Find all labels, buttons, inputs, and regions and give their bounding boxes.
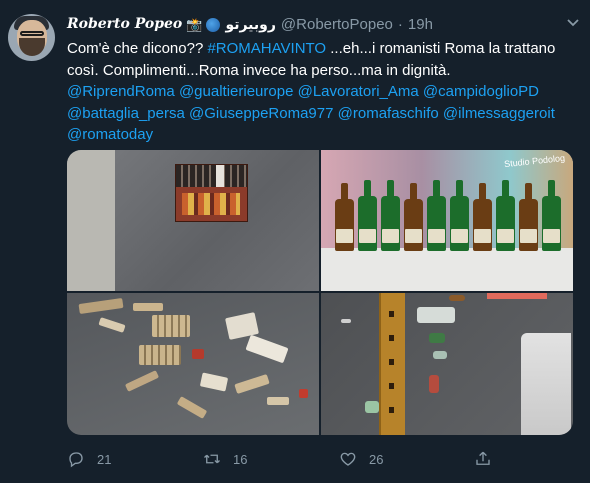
tweet-text-line-2: così. Complimenti...Roma invece ha perso… — [67, 61, 451, 79]
bottle — [496, 180, 515, 251]
tweet-timestamp[interactable]: 19h — [408, 16, 433, 33]
bottle — [404, 183, 423, 251]
mention-link[interactable]: @GiuseppeRoma977 — [189, 105, 333, 122]
avatar-beard — [19, 38, 45, 56]
bottle — [519, 183, 538, 251]
bottle — [427, 180, 446, 251]
bottle — [450, 180, 469, 251]
retweet-button[interactable]: 16 — [203, 449, 247, 469]
debris-piece — [152, 315, 190, 337]
mention-link[interactable]: @Lavoratori_Ama — [298, 83, 419, 100]
bottle — [381, 180, 400, 251]
firework-box — [175, 164, 248, 222]
retweet-count: 16 — [233, 451, 248, 467]
trash-item — [449, 295, 465, 301]
photo-fireworks-box[interactable] — [67, 150, 319, 291]
debris-piece — [98, 317, 126, 333]
separator-dot: · — [397, 15, 403, 33]
retweet-icon — [204, 454, 220, 464]
tweet-actions: 21 16 26 — [67, 449, 579, 469]
tweet-text: Com'è che dicono?? #ROMAHAVINTO ...eh...… — [67, 38, 579, 146]
tweet[interactable]: Roberto Popeo 📸 روبيرتو @RobertoPopeo · … — [0, 0, 590, 483]
mention-link[interactable]: @ilmessaggeroit — [443, 105, 555, 122]
mention-link[interactable]: @RiprendRoma — [67, 83, 175, 100]
like-button[interactable]: 26 — [339, 449, 383, 469]
globe-icon — [206, 18, 221, 32]
share-button[interactable] — [474, 449, 492, 469]
debris-piece — [139, 345, 181, 365]
display-name[interactable]: Roberto Popeo — [67, 16, 182, 32]
camera-icon: 📸 — [186, 16, 203, 32]
debris-piece — [133, 303, 163, 311]
mention-link[interactable]: @gualtierieurope — [179, 83, 293, 100]
mentions-line-2: @battaglia_persa @GiuseppeRoma977 @romaf… — [67, 103, 579, 125]
tweet-header: Roberto Popeo 📸 روبيرتو @RobertoPopeo · … — [67, 14, 433, 34]
mention-link[interactable]: @campidoglioPD — [423, 83, 539, 100]
mention-link[interactable]: @romafaschifo — [338, 105, 439, 122]
trash-item — [429, 375, 439, 393]
like-count: 26 — [369, 451, 384, 467]
debris-piece — [234, 373, 270, 395]
share-icon — [476, 451, 490, 465]
trash-item — [417, 307, 455, 323]
debris-piece — [124, 370, 160, 392]
debris-piece — [199, 372, 229, 392]
reply-button[interactable]: 21 — [67, 449, 111, 469]
photo-firework-debris[interactable] — [67, 293, 319, 435]
debris-piece — [176, 396, 208, 419]
firework-tubes — [176, 165, 247, 187]
text-fragment: ...eh...i romanisti Roma la trattano — [326, 40, 556, 57]
firework-stripe — [216, 165, 224, 187]
debris-piece — [245, 334, 289, 364]
avatar-glasses — [20, 31, 44, 36]
photo-bottles-by-curb[interactable] — [321, 293, 573, 435]
bottle — [335, 183, 354, 251]
trash-item — [487, 293, 547, 299]
trash-item — [365, 401, 379, 413]
trash-item — [341, 319, 351, 323]
hashtag-link[interactable]: #ROMAHAVINTO — [207, 40, 326, 57]
debris-piece — [78, 297, 124, 315]
mention-link[interactable]: @romatoday — [67, 126, 153, 143]
heart-icon — [340, 452, 356, 466]
user-handle[interactable]: @RobertoPopeo — [281, 16, 393, 33]
avatar[interactable] — [8, 14, 55, 61]
wooden-curb — [379, 293, 405, 435]
chevron-down-icon[interactable] — [566, 15, 580, 32]
media-grid: Studio Podolog — [67, 150, 573, 435]
debris-piece — [192, 349, 204, 359]
sidewalk-curb — [67, 150, 115, 291]
mentions-line-3: @romatoday — [67, 124, 579, 146]
mentions-line-1: @RiprendRoma @gualtierieurope @Lavorator… — [67, 81, 579, 103]
bottle — [542, 180, 561, 251]
reply-count: 21 — [97, 451, 112, 467]
text-fragment: Com'è che dicono?? — [67, 40, 208, 57]
bottle — [473, 183, 492, 251]
photo-bottles-kiosk[interactable]: Studio Podolog — [321, 150, 573, 291]
tweet-text-line-1: Com'è che dicono?? #ROMAHAVINTO ...eh...… — [67, 38, 579, 60]
trash-item — [521, 333, 571, 435]
kiosk-counter — [321, 248, 573, 291]
trash-item — [429, 333, 445, 343]
display-name-arabic: روبيرتو — [225, 15, 276, 32]
trash-item — [433, 351, 447, 359]
bottle — [358, 180, 377, 251]
debris-piece — [267, 397, 289, 405]
debris-piece — [299, 389, 308, 398]
mention-link[interactable]: @battaglia_persa — [67, 105, 185, 122]
reply-icon — [69, 452, 83, 468]
firework-label — [182, 193, 240, 215]
